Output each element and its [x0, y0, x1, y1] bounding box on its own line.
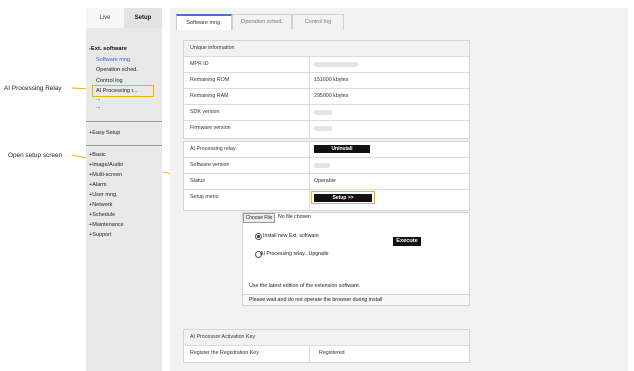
label-setup-menu: Setup menu: [190, 194, 219, 200]
sidebar: Live Setup -Ext. software Software mng. …: [86, 8, 162, 371]
highlight-setup-button: [311, 191, 375, 204]
tab-setup[interactable]: Setup: [124, 8, 162, 28]
tab-operation-sched[interactable]: Operation sched.: [232, 14, 292, 29]
radio-install-new[interactable]: [255, 233, 262, 240]
label-ai-processing-relay: AI Processing relay: [190, 146, 236, 152]
row-software-version: Software version: [184, 158, 469, 174]
label-registration-key: Register the Registration Key: [190, 350, 259, 356]
execute-button[interactable]: Execute: [393, 237, 421, 246]
sdk-version-value-blurred: [314, 110, 332, 115]
nav-item-more-2: ...: [96, 104, 101, 110]
mpr-id-value-blurred: [314, 62, 358, 67]
main-area: Software mng. Operation sched. Control l…: [170, 8, 628, 371]
nav-item-control-log[interactable]: Control log: [96, 78, 123, 84]
nav-divider: [86, 121, 162, 122]
nav-divider: [86, 145, 162, 146]
tab-live[interactable]: Live: [86, 8, 124, 28]
nav-item-network[interactable]: +Network: [89, 202, 112, 208]
activation-panel: AI Processor Activation Key Register the…: [183, 329, 470, 363]
label-install-new: Install new Ext. software: [263, 233, 319, 239]
label-status: Status: [190, 178, 206, 184]
tab-control-log[interactable]: Control log: [292, 14, 344, 29]
nav-section-ext-software[interactable]: -Ext. software: [89, 46, 127, 52]
nav-item-image-audio[interactable]: +Image/Audio: [89, 162, 123, 168]
activation-header: AI Processor Activation Key: [190, 334, 256, 340]
label-firmware-version: Firmware version: [190, 125, 231, 131]
nav-item-support[interactable]: +Support: [89, 232, 111, 238]
unique-info-panel: Unique information MPR ID Remaining ROM …: [183, 40, 470, 139]
nav-item-operation-sched[interactable]: Operation sched.: [96, 67, 138, 73]
activation-header-row: AI Processor Activation Key: [184, 330, 469, 346]
row-ai-processing-relay: AI Processing relay Uninstall: [184, 142, 469, 158]
label-software-version: Software version: [190, 162, 230, 168]
install-wait-text: Please wait and do not operate the brows…: [249, 297, 383, 303]
label-upgrade: AI Processing relay...Upgrade: [260, 251, 329, 257]
nav-item-basic[interactable]: +Basic: [89, 152, 106, 158]
value-registration-key: Registered: [319, 350, 345, 356]
value-remaining-rom: 151600 kbytes: [314, 77, 349, 83]
row-remaining-ram: Remaining RAM 295000 kbytes: [184, 89, 469, 105]
software-version-value-blurred: [314, 163, 330, 168]
row-remaining-rom: Remaining ROM 151600 kbytes: [184, 73, 469, 89]
choose-file-button[interactable]: Choose File: [243, 213, 275, 223]
row-mpr-id: MPR ID: [184, 57, 469, 73]
nav-item-user-mng[interactable]: +User mng.: [89, 192, 118, 198]
label-sdk-version: SDK version: [190, 109, 220, 115]
value-remaining-ram: 295000 kbytes: [314, 93, 349, 99]
latest-edition-note: Use the latest edition of the extension …: [249, 283, 361, 289]
tab-software-mng[interactable]: Software mng.: [176, 14, 232, 30]
firmware-version-value-blurred: [314, 126, 332, 131]
label-mpr-id: MPR ID: [190, 61, 209, 67]
install-wait-bar: Please wait and do not operate the brows…: [242, 294, 470, 306]
row-registration-key: Register the Registration Key Registered: [184, 346, 469, 361]
row-sdk-version: SDK version: [184, 105, 469, 121]
uninstall-button[interactable]: Uninstall: [314, 145, 370, 153]
unique-info-header: Unique information: [190, 45, 235, 51]
unique-info-header-row: Unique information: [184, 41, 469, 57]
value-status: Operable: [314, 178, 336, 184]
nav-item-multi-screen[interactable]: +Multi-screen: [89, 172, 122, 178]
row-firmware-version: Firmware version: [184, 121, 469, 136]
row-status: Status Operable: [184, 174, 469, 190]
nav-item-schedule[interactable]: +Schedule: [89, 212, 115, 218]
label-remaining-rom: Remaining ROM: [190, 77, 230, 83]
install-panel: Choose File No file chosen Install new E…: [242, 212, 470, 295]
no-file-chosen-text: No file chosen: [278, 214, 311, 220]
nav-item-software-mng[interactable]: Software mng.: [96, 57, 131, 63]
highlight-ai-processing: [92, 85, 154, 97]
label-remaining-ram: Remaining RAM: [190, 93, 229, 99]
nav-item-alarm[interactable]: +Alarm: [89, 182, 107, 188]
nav-item-easy-setup[interactable]: +Easy Setup: [89, 130, 120, 136]
nav-item-maintenance[interactable]: +Maintenance: [89, 222, 124, 228]
